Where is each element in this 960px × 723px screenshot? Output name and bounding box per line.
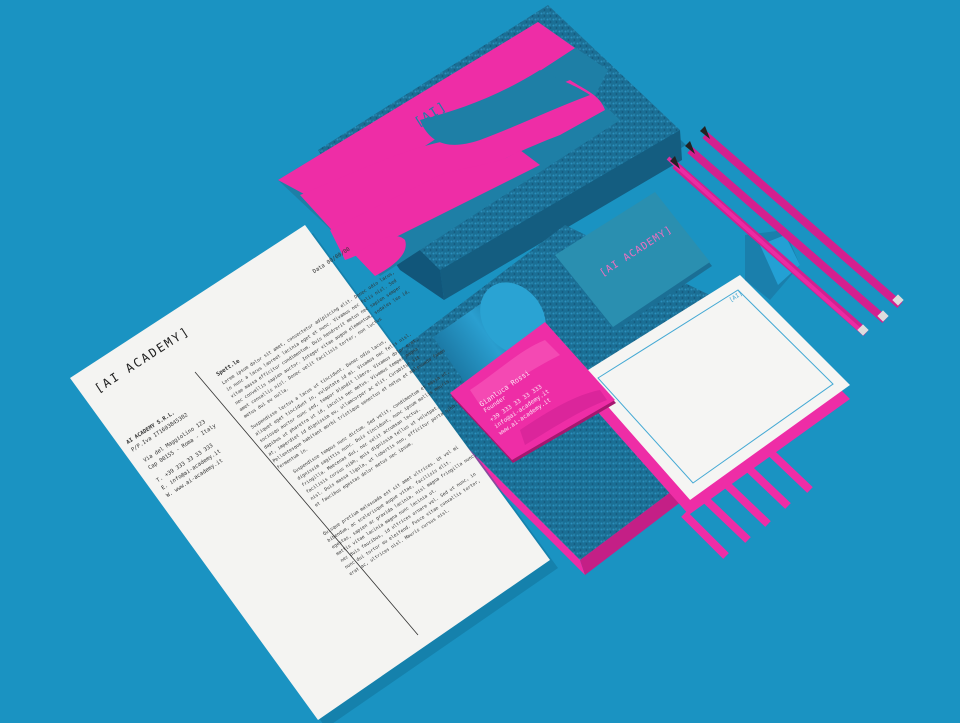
stationery-mockup-scene: [AI] [AI ACADEMY] AI ACADEMY S.R.L. P/P.… bbox=[0, 0, 960, 723]
